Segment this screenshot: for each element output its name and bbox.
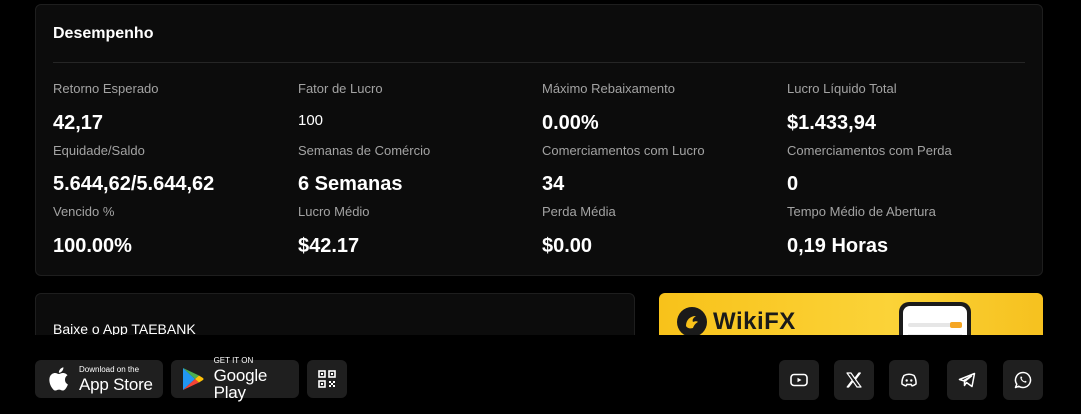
app-store-label: App Store bbox=[79, 374, 153, 394]
stat-value-winning-trades: 34 bbox=[542, 173, 565, 195]
stat-label-average-loss: Perda Média bbox=[542, 204, 616, 219]
stat-label-equity-balance: Equidade/Saldo bbox=[53, 143, 145, 158]
performance-title: Desempenho bbox=[53, 25, 154, 42]
stat-value-max-drawdown: 0.00% bbox=[542, 112, 599, 134]
stat-label-net-profit: Lucro Líquido Total bbox=[787, 81, 897, 96]
qr-code-button[interactable] bbox=[307, 360, 347, 398]
stat-value-average-loss: $0.00 bbox=[542, 235, 593, 257]
performance-card: Desempenho Retorno Esperado 42,17 Fator … bbox=[35, 4, 1043, 276]
stat-value-expected-return: 42,17 bbox=[53, 112, 104, 134]
telegram-button[interactable] bbox=[947, 360, 987, 400]
discord-icon bbox=[901, 373, 917, 387]
discord-button[interactable] bbox=[889, 360, 929, 400]
stat-value-average-profit: $42.17 bbox=[298, 235, 360, 257]
google-play-icon bbox=[181, 366, 206, 392]
stat-value-net-profit: $1.433,94 bbox=[787, 112, 876, 134]
footer: Download on the App Store GET IT ON Goog… bbox=[0, 335, 1081, 414]
qr-code-icon bbox=[318, 370, 336, 388]
app-store-sub: Download on the bbox=[79, 364, 140, 374]
stat-value-trading-weeks: 6 Semanas bbox=[298, 173, 403, 195]
wikifx-logo-icon bbox=[677, 307, 707, 337]
stat-value-win-rate: 100.00% bbox=[53, 235, 132, 257]
stat-label-losing-trades: Comerciamentos com Perda bbox=[787, 143, 952, 158]
x-button[interactable] bbox=[834, 360, 874, 400]
whatsapp-button[interactable] bbox=[1003, 360, 1043, 400]
whatsapp-icon bbox=[1014, 371, 1032, 389]
banner-brand: WikiFX bbox=[713, 308, 796, 335]
divider bbox=[53, 62, 1025, 63]
x-icon bbox=[846, 372, 862, 388]
stat-label-profit-factor: Fator de Lucro bbox=[298, 81, 383, 96]
google-play-sub: GET IT ON bbox=[213, 356, 254, 365]
stat-label-trading-weeks: Semanas de Comércio bbox=[298, 143, 431, 158]
stat-label-max-drawdown: Máximo Rebaixamento bbox=[542, 81, 675, 96]
google-play-button[interactable]: GET IT ON Google Play bbox=[171, 356, 299, 402]
stat-value-average-open-time: 0,19 Horas bbox=[787, 235, 889, 257]
stat-label-average-profit: Lucro Médio bbox=[298, 204, 370, 219]
google-play-label: Google Play bbox=[213, 366, 268, 402]
stat-label-average-open-time: Tempo Médio de Abertura bbox=[787, 204, 936, 219]
stat-value-equity-balance: 5.644,62/5.644,62 bbox=[53, 173, 215, 195]
apple-icon bbox=[45, 366, 71, 392]
youtube-button[interactable] bbox=[779, 360, 819, 400]
telegram-icon bbox=[958, 372, 976, 388]
youtube-icon bbox=[790, 373, 808, 387]
app-store-button[interactable]: Download on the App Store bbox=[35, 360, 163, 398]
stat-label-winning-trades: Comerciamentos com Lucro bbox=[542, 143, 705, 158]
stat-value-losing-trades: 0 bbox=[787, 173, 799, 195]
stat-label-expected-return: Retorno Esperado bbox=[53, 81, 159, 96]
stat-value-profit-factor: 100 bbox=[298, 112, 324, 129]
stat-label-win-rate: Vencido % bbox=[53, 204, 115, 219]
